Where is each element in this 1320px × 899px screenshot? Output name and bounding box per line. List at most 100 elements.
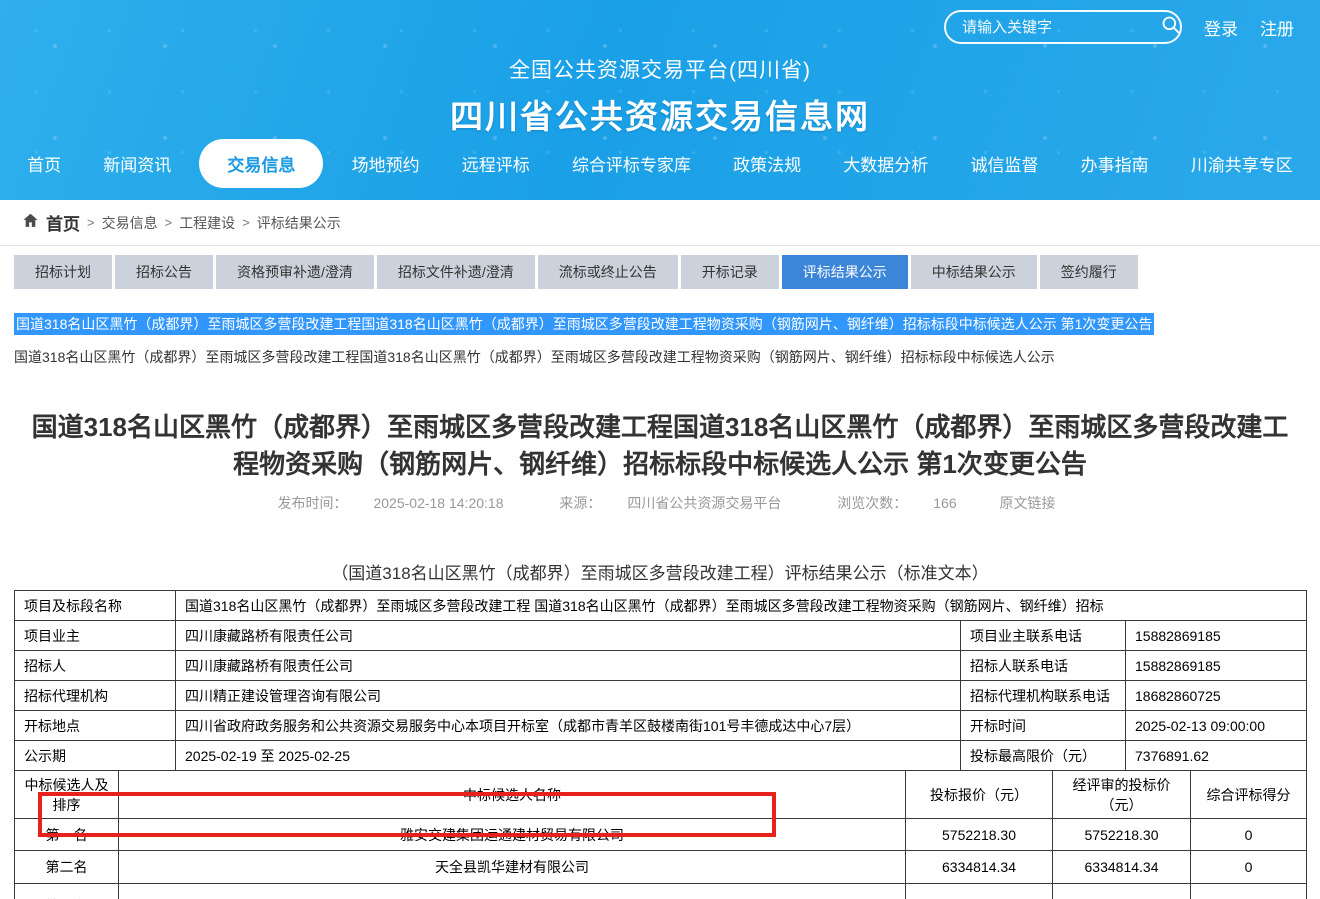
col-header-bid: 投标报价（元）	[906, 771, 1053, 819]
candidate-bid	[906, 884, 1053, 899]
publish-time: 发布时间：2025-02-18 14:20:18	[264, 495, 516, 511]
notice-list: 国道318名山区黑竹（成都界）至雨城区多营段改建工程国道318名山区黑竹（成都界…	[14, 313, 1320, 367]
notice-link[interactable]: 国道318名山区黑竹（成都界）至雨城区多营段改建工程国道318名山区黑竹（成都界…	[14, 347, 1320, 367]
site-titles: 全国公共资源交易平台(四川省) 四川省公共资源交易信息网	[0, 54, 1320, 138]
info-label: 招标代理机构	[15, 681, 176, 711]
page-title: 国道318名山区黑竹（成都界）至雨城区多营段改建工程国道318名山区黑竹（成都界…	[26, 409, 1294, 483]
candidate-bid: 5752218.30	[906, 819, 1053, 851]
candidate-rank: 第一名	[15, 819, 119, 851]
login-link[interactable]: 登录	[1204, 15, 1238, 40]
notice-link-selected[interactable]: 国道318名山区黑竹（成都界）至雨城区多营段改建工程国道318名山区黑竹（成都界…	[14, 313, 1154, 335]
candidate-row-3: 第三名	[15, 884, 1307, 899]
tab-bid-opening-record[interactable]: 开标记录	[681, 255, 779, 289]
table-row: 公示期 2025-02-19 至 2025-02-25 投标最高限价（元） 73…	[15, 741, 1307, 771]
candidate-row-1: 第一名 雅安交建集团运通建材贸易有限公司 5752218.30 5752218.…	[15, 819, 1307, 851]
info-label: 开标地点	[15, 711, 176, 741]
col-header-score: 综合评标得分	[1191, 771, 1307, 819]
candidate-reviewed-bid	[1053, 884, 1191, 899]
breadcrumb: 首页 > 交易信息 > 工程建设 > 评标结果公示	[0, 200, 1320, 246]
nav-item-integrity-supervision[interactable]: 诚信监督	[956, 141, 1052, 186]
site-title: 四川省公共资源交易信息网	[0, 90, 1320, 138]
tab-bid-doc-supplement[interactable]: 招标文件补遗/澄清	[377, 255, 535, 289]
info-value: 15882869185	[1126, 621, 1307, 651]
breadcrumb-home[interactable]: 首页	[46, 210, 80, 235]
info-label: 项目及标段名称	[15, 591, 176, 621]
info-value: 四川康藏路桥有限责任公司	[176, 621, 961, 651]
candidate-row-2: 第二名 天全县凯华建材有限公司 6334814.34 6334814.34 0	[15, 851, 1307, 884]
tab-bid-plan[interactable]: 招标计划	[14, 255, 112, 289]
info-label: 项目业主联系电话	[961, 621, 1126, 651]
col-header-name: 中标候选人名称	[119, 771, 906, 819]
tab-evaluation-result[interactable]: 评标结果公示	[782, 255, 908, 289]
tab-bid-announcement[interactable]: 招标公告	[115, 255, 213, 289]
breadcrumb-separator: >	[165, 215, 173, 230]
nav-item-chuanyu-zone[interactable]: 川渝共享专区	[1177, 141, 1307, 186]
info-label: 招标人	[15, 651, 176, 681]
candidate-reviewed-bid: 5752218.30	[1053, 819, 1191, 851]
info-value: 7376891.62	[1126, 741, 1307, 771]
info-label: 招标代理机构联系电话	[961, 681, 1126, 711]
info-value: 2025-02-19 至 2025-02-25	[176, 741, 961, 771]
candidate-score	[1191, 884, 1307, 899]
view-count: 浏览次数：166	[824, 495, 969, 511]
original-link[interactable]: 原文链接	[1000, 495, 1056, 511]
category-tabs: 招标计划 招标公告 资格预审补遗/澄清 招标文件补遗/澄清 流标或终止公告 开标…	[14, 255, 1320, 289]
breadcrumb-item-evaluation-result[interactable]: 评标结果公示	[257, 213, 341, 233]
candidate-bid: 6334814.34	[906, 851, 1053, 884]
tab-contract-performance[interactable]: 签约履行	[1040, 255, 1138, 289]
platform-title: 全国公共资源交易平台(四川省)	[0, 54, 1320, 84]
page: 登录 注册 全国公共资源交易平台(四川省) 四川省公共资源交易信息网 首页 新闻…	[0, 0, 1320, 899]
info-value: 18682860725	[1126, 681, 1307, 711]
candidate-score: 0	[1191, 851, 1307, 884]
info-value: 2025-02-13 09:00:00	[1126, 711, 1307, 741]
nav-item-big-data[interactable]: 大数据分析	[829, 141, 942, 186]
header-top-bar: 登录 注册	[0, 0, 1320, 44]
info-label: 公示期	[15, 741, 176, 771]
table-row: 项目及标段名称 国道318名山区黑竹（成都界）至雨城区多营段改建工程 国道318…	[15, 591, 1307, 621]
tab-winning-result[interactable]: 中标结果公示	[911, 255, 1037, 289]
nav-item-venue-booking[interactable]: 场地预约	[338, 141, 434, 186]
evaluation-result-table: 项目及标段名称 国道318名山区黑竹（成都界）至雨城区多营段改建工程 国道318…	[14, 590, 1307, 899]
tab-failure-or-termination[interactable]: 流标或终止公告	[538, 255, 678, 289]
table-row: 开标地点 四川省政府政务服务和公共资源交易服务中心本项目开标室（成都市青羊区鼓楼…	[15, 711, 1307, 741]
info-label: 投标最高限价（元）	[961, 741, 1126, 771]
breadcrumb-separator: >	[242, 215, 250, 230]
info-label: 项目业主	[15, 621, 176, 651]
table-row: 招标人 四川康藏路桥有限责任公司 招标人联系电话 15882869185	[15, 651, 1307, 681]
main-navigation: 首页 新闻资讯 交易信息 场地预约 远程评标 综合评标专家库 政策法规 大数据分…	[0, 139, 1320, 200]
info-value: 四川省政府政务服务和公共资源交易服务中心本项目开标室（成都市青羊区鼓楼南街101…	[176, 711, 961, 741]
table-row: 招标代理机构 四川精正建设管理咨询有限公司 招标代理机构联系电话 1868286…	[15, 681, 1307, 711]
info-value: 15882869185	[1126, 651, 1307, 681]
table-row: 项目业主 四川康藏路桥有限责任公司 项目业主联系电话 15882869185	[15, 621, 1307, 651]
candidate-score: 0	[1191, 819, 1307, 851]
info-value: 国道318名山区黑竹（成都界）至雨城区多营段改建工程 国道318名山区黑竹（成都…	[176, 591, 1307, 621]
tab-prequalification-supplement[interactable]: 资格预审补遗/澄清	[216, 255, 374, 289]
search-icon[interactable]	[1161, 15, 1181, 40]
nav-item-service-guide[interactable]: 办事指南	[1067, 141, 1163, 186]
nav-item-trade-info[interactable]: 交易信息	[199, 139, 323, 188]
nav-item-remote-evaluation[interactable]: 远程评标	[448, 141, 544, 186]
site-header: 登录 注册 全国公共资源交易平台(四川省) 四川省公共资源交易信息网 首页 新闻…	[0, 0, 1320, 200]
col-header-reviewed-bid: 经评审的投标价（元）	[1053, 771, 1191, 819]
search-box[interactable]	[944, 10, 1182, 44]
breadcrumb-item-engineering[interactable]: 工程建设	[179, 213, 235, 233]
nav-item-expert-database[interactable]: 综合评标专家库	[558, 141, 705, 186]
home-icon[interactable]	[22, 212, 39, 234]
candidate-rank: 第三名	[15, 884, 119, 899]
info-label: 招标人联系电话	[961, 651, 1126, 681]
search-input[interactable]	[962, 19, 1161, 36]
nav-item-home[interactable]: 首页	[13, 141, 75, 186]
breadcrumb-separator: >	[87, 215, 95, 230]
breadcrumb-item-trade-info[interactable]: 交易信息	[102, 213, 158, 233]
nav-item-policy[interactable]: 政策法规	[719, 141, 815, 186]
info-value: 四川精正建设管理咨询有限公司	[176, 681, 961, 711]
register-link[interactable]: 注册	[1260, 15, 1294, 40]
candidate-name: 雅安交建集团运通建材贸易有限公司	[119, 819, 906, 851]
candidate-name	[119, 884, 906, 899]
nav-item-news[interactable]: 新闻资讯	[89, 141, 185, 186]
result-subtitle: （国道318名山区黑竹（成都界）至雨城区多营段改建工程）评标结果公示（标准文本）	[0, 559, 1320, 584]
col-header-rank: 中标候选人及排序	[15, 771, 119, 819]
info-label: 开标时间	[961, 711, 1126, 741]
candidate-reviewed-bid: 6334814.34	[1053, 851, 1191, 884]
candidates-header-row: 中标候选人及排序 中标候选人名称 投标报价（元） 经评审的投标价（元） 综合评标…	[15, 771, 1307, 819]
